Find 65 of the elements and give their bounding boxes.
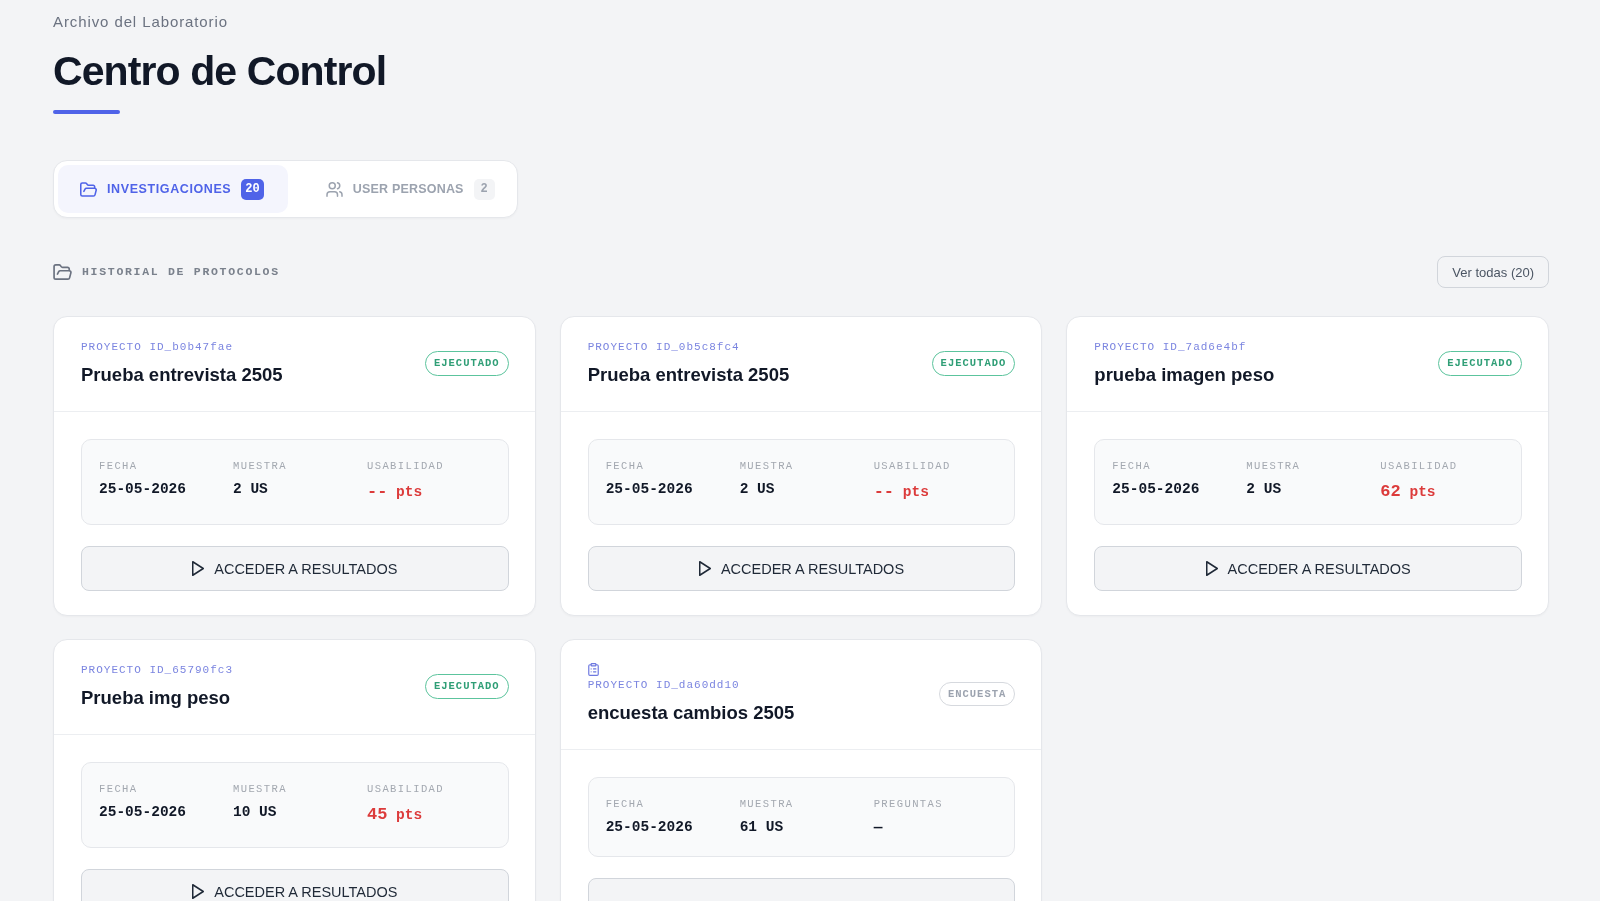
metric-label: FECHA bbox=[99, 459, 138, 473]
page-eyebrow: Archivo del Laboratorio bbox=[53, 12, 228, 32]
metric-label: USABILIDAD bbox=[1380, 459, 1458, 473]
card-title: prueba imagen peso bbox=[1094, 363, 1275, 387]
metric-value: 25-05-2026 bbox=[605, 818, 693, 837]
metric-label: FECHA bbox=[605, 459, 645, 473]
project-id: PROYECTO ID_7ad6e4bf bbox=[1094, 340, 1247, 354]
view-all-button[interactable]: Ver todas (20) bbox=[1437, 256, 1549, 288]
section-title: HISTORIAL DE PROTOCOLOS bbox=[82, 264, 280, 280]
card-title: encuesta cambios 2505 bbox=[587, 701, 795, 725]
metric-label: MUESTRA bbox=[739, 459, 794, 473]
results-button[interactable]: ACCEDER A RESULTADOS bbox=[81, 869, 509, 901]
metric-label: USABILIDAD bbox=[873, 459, 951, 473]
folder-icon bbox=[80, 181, 97, 197]
status-badge: EJECUTADO bbox=[931, 351, 1016, 376]
metric-label: FECHA bbox=[99, 782, 138, 796]
page-title: Centro de Control bbox=[53, 47, 387, 96]
metric-value: 25-05-2026 bbox=[99, 480, 186, 499]
project-id: PROYECTO ID_0b5c8fc4 bbox=[587, 340, 740, 354]
metric-label: MUESTRA bbox=[1246, 459, 1301, 473]
play-icon bbox=[192, 561, 205, 576]
metric-label: USABILIDAD bbox=[367, 782, 444, 796]
status-badge: EJECUTADO bbox=[1438, 351, 1522, 376]
card-title: Prueba entrevista 2505 bbox=[587, 363, 790, 387]
metric-value: 2 US bbox=[739, 480, 775, 499]
folder-icon bbox=[53, 264, 72, 280]
metric-value: 2 US bbox=[1246, 480, 1282, 499]
project-id: PROYECTO ID_da60dd10 bbox=[587, 678, 740, 692]
card-title: Prueba img peso bbox=[81, 686, 231, 710]
score-value: 62 pts bbox=[1380, 481, 1436, 503]
metric-value: 2 US bbox=[233, 480, 268, 499]
metric-value: — bbox=[873, 818, 883, 837]
play-icon bbox=[698, 561, 711, 576]
metric-label: PREGUNTAS bbox=[873, 797, 943, 811]
metric-label: MUESTRA bbox=[233, 459, 287, 473]
results-button[interactable]: ACCEDER A RESULTADOS bbox=[587, 546, 1016, 591]
metric-value: 10 US bbox=[233, 803, 277, 822]
card-title: Prueba entrevista 2505 bbox=[81, 363, 283, 387]
project-id: PROYECTO ID_65790fc3 bbox=[81, 663, 234, 677]
title-accent-bar bbox=[53, 110, 120, 114]
clipboard-icon bbox=[587, 663, 599, 676]
metric-value: 61 US bbox=[739, 818, 784, 837]
status-badge: ENCUESTA bbox=[938, 681, 1016, 707]
metric-label: MUESTRA bbox=[739, 797, 794, 811]
play-icon bbox=[192, 884, 205, 899]
score-value: -- pts bbox=[873, 481, 929, 503]
tab[interactable]: INVESTIGACIONES 20 bbox=[58, 165, 288, 213]
status-badge: EJECUTADO bbox=[424, 351, 509, 376]
score-value: -- pts bbox=[367, 481, 423, 503]
status-badge: EJECUTADO bbox=[424, 674, 509, 699]
metric-label: MUESTRA bbox=[233, 782, 287, 796]
count-badge: 20 bbox=[241, 178, 264, 200]
metric-label: USABILIDAD bbox=[367, 459, 444, 473]
metric-value: 25-05-2026 bbox=[1112, 480, 1200, 499]
play-icon bbox=[1205, 561, 1218, 576]
metric-value: 25-05-2026 bbox=[99, 803, 186, 822]
results-button[interactable]: ACCEDER A RESULTADOS bbox=[1094, 546, 1522, 591]
count-badge: 2 bbox=[473, 178, 495, 200]
score-value: 45 pts bbox=[367, 804, 423, 826]
metric-label: FECHA bbox=[605, 797, 645, 811]
metric-label: FECHA bbox=[1112, 459, 1151, 473]
project-id: PROYECTO ID_b0b47fae bbox=[81, 340, 234, 354]
results-button[interactable]: ACCEDER A RESULTADOS bbox=[81, 546, 509, 591]
users-icon bbox=[325, 181, 343, 197]
metric-value: 25-05-2026 bbox=[605, 480, 693, 499]
